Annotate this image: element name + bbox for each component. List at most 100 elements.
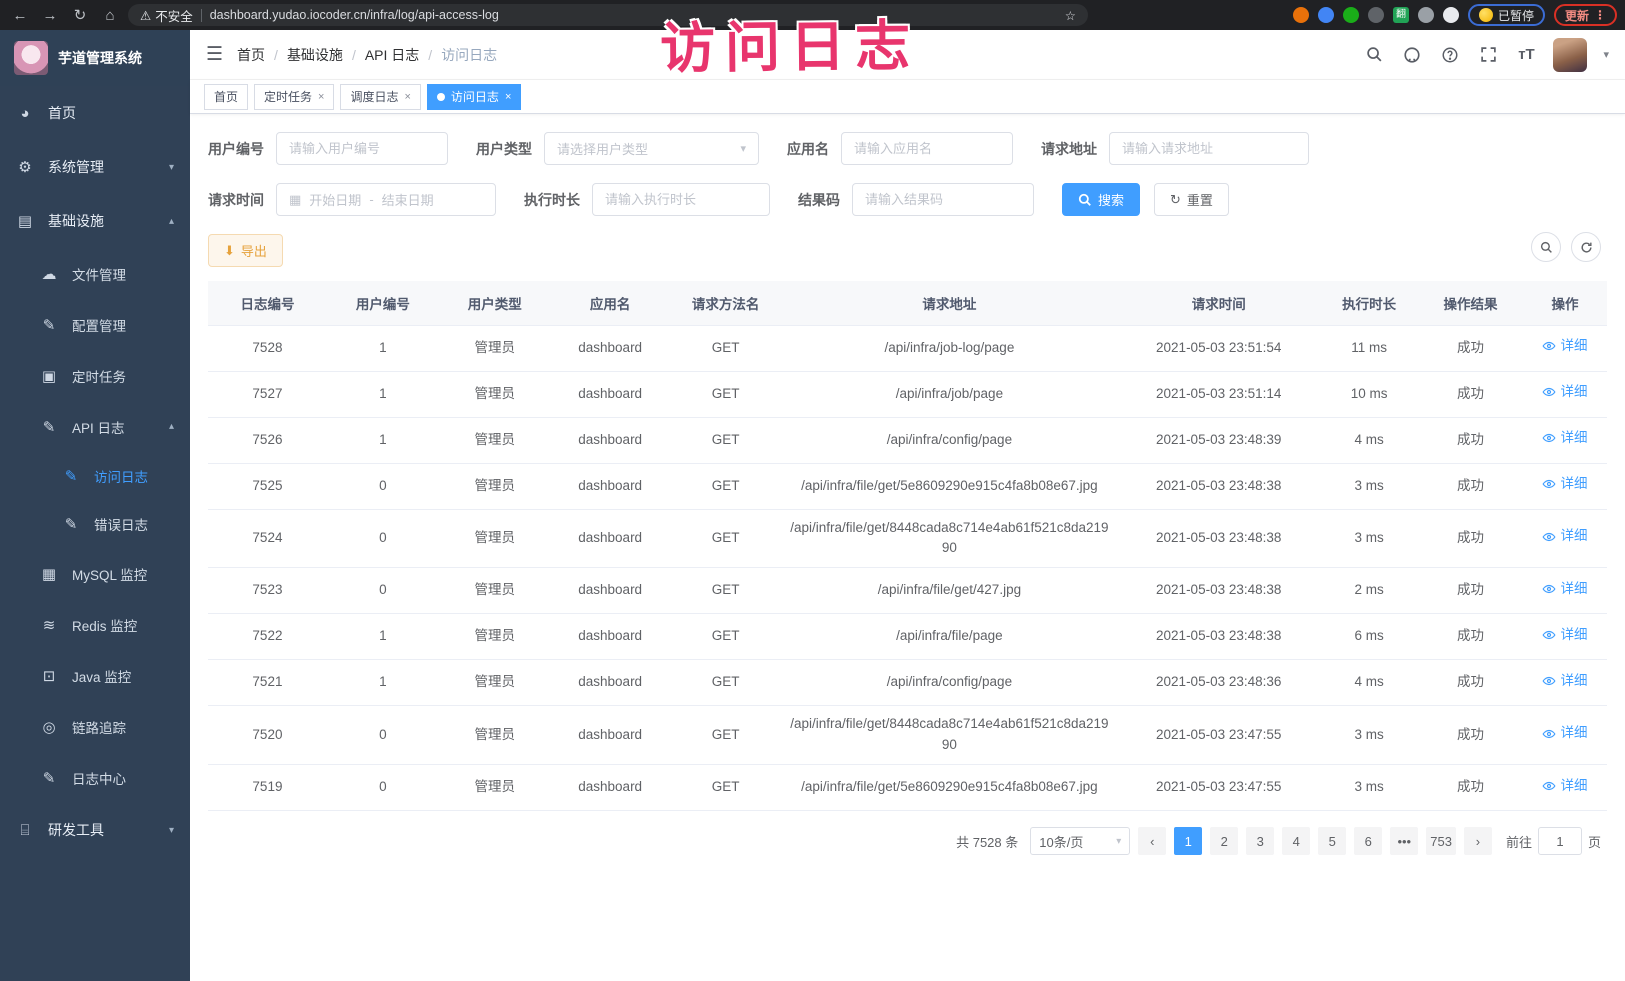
security-warning[interactable]: ⚠ 不安全 [140,6,193,25]
breadcrumb-infra[interactable]: 基础设施 [287,45,343,65]
paused-badge[interactable]: 已暂停 [1468,4,1545,26]
fullscreen-icon[interactable] [1477,44,1499,66]
page-number-button[interactable]: 6 [1354,827,1382,855]
browser-back-button[interactable]: ← [8,3,32,27]
sidebar-menu-item[interactable]: ⌸ 研发工具 ▾ [0,803,190,857]
user-menu-caret-icon[interactable]: ▾ [1603,48,1609,61]
cell-app-name: dashboard [551,614,670,660]
close-icon[interactable]: × [404,91,410,103]
request-url-input[interactable] [1109,132,1309,165]
sidebar-menu-item[interactable]: ≋ Redis 监控 [0,599,190,650]
detail-link[interactable]: 详细 [1542,671,1587,692]
page-number-button[interactable]: 2 [1210,827,1238,855]
page-number-button[interactable]: 4 [1282,827,1310,855]
detail-link[interactable]: 详细 [1542,428,1587,449]
font-size-icon[interactable]: ᴛT [1515,44,1537,66]
tab[interactable]: 首页 [204,84,248,110]
search-button[interactable]: 搜索 [1062,183,1140,216]
extensions-puzzle-icon[interactable] [1443,7,1459,23]
goto-label: 前往 [1506,832,1532,851]
update-button[interactable]: 更新 ⋮ [1554,4,1617,26]
detail-link[interactable]: 详细 [1542,625,1587,646]
range-separator: - [369,192,373,207]
extension-icon-puzzle[interactable] [1368,7,1384,23]
sidebar-menu-item[interactable]: ▤ 基础设施 ▴ [0,194,190,248]
hamburger-icon[interactable]: ☰ [206,43,223,66]
breadcrumb-api-log[interactable]: API 日志 [365,45,419,65]
cell-method: GET [670,325,782,371]
user-type-select[interactable]: 请选择用户类型 ▾ [544,132,759,165]
detail-link[interactable]: 详细 [1542,526,1587,547]
page-number-button[interactable]: 3 [1246,827,1274,855]
github-icon[interactable] [1401,44,1423,66]
extension-icon-orange[interactable] [1293,7,1309,23]
page-number-button[interactable]: 5 [1318,827,1346,855]
detail-link[interactable]: 详细 [1542,579,1587,600]
search-icon[interactable] [1363,44,1385,66]
extension-icon-green[interactable] [1343,7,1359,23]
export-button[interactable]: ⬇ 导出 [208,234,283,267]
sidebar-menu-item[interactable]: ✎ 访问日志 [0,452,190,500]
sidebar-menu-item[interactable]: ✎ API 日志 ▴ [0,401,190,452]
tab-label: 定时任务 [264,88,312,105]
sidebar-logo[interactable]: 芋道管理系统 [0,30,190,86]
col-user-type: 用户类型 [439,281,551,325]
toggle-search-button[interactable] [1531,232,1561,262]
page-number-button[interactable]: 753 [1426,827,1456,855]
refresh-table-button[interactable] [1571,232,1601,262]
browser-reload-button[interactable]: ↻ [68,3,92,27]
breadcrumb-home[interactable]: 首页 [237,45,265,65]
cell-app-name: dashboard [551,568,670,614]
date-range-picker[interactable]: ▦ 开始日期 - 结束日期 [276,183,496,216]
page-number-button[interactable]: 1 [1174,827,1202,855]
detail-link[interactable]: 详细 [1542,474,1587,495]
browser-home-button[interactable]: ⌂ [98,3,122,27]
extension-icon-blue-shield[interactable] [1318,7,1334,23]
sidebar-menu-item[interactable]: ⊡ Java 监控 [0,650,190,701]
user-type-label: 用户类型 [476,139,532,159]
extension-icon-gray[interactable] [1418,7,1434,23]
bookmark-star-icon[interactable]: ☆ [1065,8,1076,23]
close-icon[interactable]: × [505,91,511,103]
translate-extension-icon[interactable]: 翻 [1393,7,1409,23]
cell-user-type: 管理员 [439,706,551,765]
sidebar-menu-item[interactable]: ✎ 日志中心 [0,752,190,803]
sidebar-menu-item[interactable]: ✎ 错误日志 [0,500,190,548]
tab[interactable]: 访问日志 × [427,84,521,110]
duration-input[interactable] [592,183,770,216]
sidebar-menu-item[interactable]: ⚙ 系统管理 ▾ [0,140,190,194]
detail-link[interactable]: 详细 [1542,776,1587,797]
sidebar-menu-item[interactable]: ▣ 定时任务 [0,350,190,401]
user-id-input[interactable] [276,132,448,165]
address-bar[interactable]: ⚠ 不安全 dashboard.yudao.iocoder.cn/infra/l… [128,4,1088,26]
app-name-input[interactable] [841,132,1013,165]
reset-button[interactable]: ↻ 重置 [1154,183,1229,216]
duration-label: 执行时长 [524,190,580,210]
close-icon[interactable]: × [318,91,324,103]
cell-request-url: /api/infra/job/page [782,371,1118,417]
cell-request-time: 2021-05-03 23:48:38 [1117,614,1320,660]
result-code-input[interactable] [852,183,1034,216]
browser-forward-button[interactable]: → [38,3,62,27]
next-page-button[interactable]: › [1464,827,1492,855]
detail-link[interactable]: 详细 [1542,336,1587,357]
user-avatar[interactable] [1553,38,1587,72]
page-size-select[interactable]: 10条/页 ▾ [1030,827,1130,855]
sidebar-menu-item[interactable]: ✎ 配置管理 [0,299,190,350]
menu-item-icon: ◎ [40,718,58,736]
sidebar-menu-item[interactable]: ☁ 文件管理 [0,248,190,299]
tab[interactable]: 定时任务 × [254,84,334,110]
sidebar-menu-item[interactable]: ◎ 链路追踪 [0,701,190,752]
sidebar-menu-item[interactable]: ▦ MySQL 监控 [0,548,190,599]
sidebar-menu-item[interactable]: ◕ 首页 [0,86,190,140]
prev-page-button[interactable]: ‹ [1138,827,1166,855]
detail-link[interactable]: 详细 [1542,382,1587,403]
help-icon[interactable] [1439,44,1461,66]
goto-page-input[interactable] [1538,827,1582,855]
browser-menu-icon[interactable]: ⋮ [1594,8,1606,22]
detail-link[interactable]: 详细 [1542,723,1587,744]
page-number-button[interactable]: ••• [1390,827,1418,855]
browser-chrome: ← → ↻ ⌂ ⚠ 不安全 dashboard.yudao.iocoder.cn… [0,0,1625,30]
cell-duration: 3 ms [1320,765,1418,811]
tab[interactable]: 调度日志 × [340,84,420,110]
